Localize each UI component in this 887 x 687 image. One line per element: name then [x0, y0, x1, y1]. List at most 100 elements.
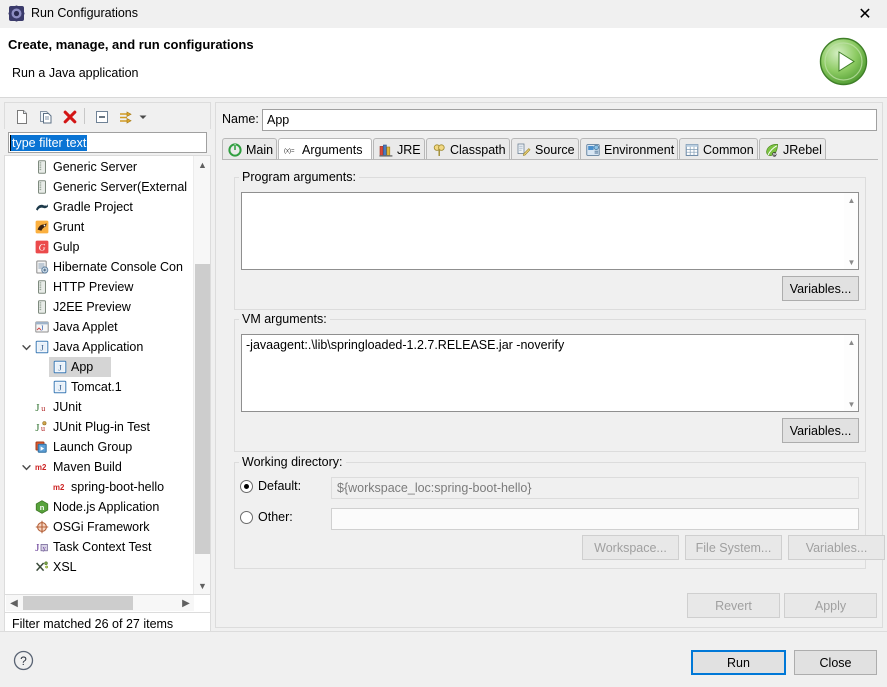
- source-pencil-icon: [517, 143, 531, 157]
- tab-label: JRE: [397, 142, 421, 157]
- configuration-editor-panel: Name: App Main (x)= Arguments JRE Classpath S…: [215, 102, 885, 628]
- tree-item-label: HTTP Preview: [53, 280, 134, 294]
- tree-item[interactable]: m2 Maven Build: [5, 457, 194, 477]
- working-directory-variables-button[interactable]: Variables...: [788, 535, 885, 560]
- program-arguments-scrollbar[interactable]: ▲ ▼: [844, 193, 858, 269]
- java-app-icon: J: [35, 340, 49, 354]
- classpath-pin-icon: [432, 143, 446, 157]
- tab-environment[interactable]: Environment: [580, 138, 678, 160]
- nodejs-icon: n: [35, 500, 49, 514]
- scrollbar-thumb[interactable]: [195, 264, 210, 554]
- tree-item[interactable]: Jy Task Context Test: [5, 537, 194, 557]
- name-input[interactable]: App: [262, 109, 877, 131]
- tree-item[interactable]: J Tomcat.1: [5, 377, 194, 397]
- tree-item[interactable]: Ju JUnit Plug-in Test: [5, 417, 194, 437]
- scroll-down-icon[interactable]: ▼: [194, 577, 210, 594]
- search-input[interactable]: type filter text: [8, 132, 207, 153]
- program-arguments-variables-button[interactable]: Variables...: [782, 276, 859, 301]
- tree-horizontal-scrollbar[interactable]: ◀ ▶: [6, 595, 194, 611]
- chevron-down-icon[interactable]: [19, 457, 33, 477]
- tab-arguments[interactable]: (x)= Arguments: [278, 138, 372, 160]
- scroll-up-icon[interactable]: ▲: [844, 193, 859, 207]
- svg-text:J: J: [35, 543, 39, 554]
- tab-bar: Main (x)= Arguments JRE Classpath Source Envir…: [222, 138, 878, 160]
- close-icon[interactable]: ✕: [843, 0, 887, 28]
- scroll-up-icon[interactable]: ▲: [844, 335, 859, 349]
- workspace-button[interactable]: Workspace...: [582, 535, 679, 560]
- working-directory-other-input[interactable]: [331, 508, 859, 530]
- tree-item[interactable]: OSGi Framework: [5, 517, 194, 537]
- vm-arguments-input[interactable]: -javaagent:.\lib\springloaded-1.2.7.RELE…: [241, 334, 859, 412]
- tree-item[interactable]: Launch Group: [5, 437, 194, 457]
- tree-item-label: Grunt: [53, 220, 85, 234]
- tree-item[interactable]: J Java Application: [5, 337, 194, 357]
- working-directory-other-radio[interactable]: Other:: [240, 510, 293, 524]
- maven-icon: m2: [53, 480, 67, 494]
- delete-red-x-icon[interactable]: [59, 106, 80, 127]
- scroll-right-icon[interactable]: ▶: [178, 595, 194, 611]
- run-button[interactable]: Run: [691, 650, 786, 675]
- hscrollbar-thumb[interactable]: [23, 596, 133, 610]
- apply-button[interactable]: Apply: [784, 593, 877, 618]
- tab-source[interactable]: Source: [511, 138, 579, 160]
- configurations-tree[interactable]: Generic Server Generic Server(External Gra…: [4, 155, 211, 595]
- tree-item[interactable]: Ju JUnit: [5, 397, 194, 417]
- tree-item-label: Generic Server(External: [53, 180, 188, 194]
- scroll-down-icon[interactable]: ▼: [844, 397, 859, 411]
- vm-arguments-scrollbar[interactable]: ▲ ▼: [844, 335, 858, 411]
- tree-item[interactable]: n Node.js Application: [5, 497, 194, 517]
- tab-jre[interactable]: JRE: [373, 138, 425, 160]
- tree-item[interactable]: Gradle Project: [5, 197, 194, 217]
- tree-item[interactable]: J2EE Preview: [5, 297, 194, 317]
- tree-item[interactable]: J Java Applet: [5, 317, 194, 337]
- program-arguments-input[interactable]: [241, 192, 859, 270]
- main-green-circle-icon: [228, 142, 242, 157]
- help-question-icon[interactable]: ?: [13, 650, 34, 671]
- svg-text:(x)=: (x)=: [284, 148, 295, 154]
- svg-text:J: J: [35, 423, 39, 434]
- tab-classpath[interactable]: Classpath: [426, 138, 510, 160]
- collapse-all-button[interactable]: [91, 106, 112, 127]
- tab-jrebel[interactable]: JR JRebel: [759, 138, 826, 160]
- tree-item[interactable]: HTTP Preview: [5, 277, 194, 297]
- tree-item[interactable]: Grunt: [5, 217, 194, 237]
- svg-text:?: ?: [20, 654, 27, 668]
- tree-item[interactable]: Generic Server(External: [5, 177, 194, 197]
- tree-item[interactable]: G Gulp: [5, 237, 194, 257]
- osgi-icon: [35, 520, 49, 534]
- tree-item-label: Maven Build: [53, 460, 122, 474]
- filter-text: type filter text: [11, 135, 88, 151]
- tree-item[interactable]: Hibernate Console Con: [5, 257, 194, 277]
- close-button[interactable]: Close: [794, 650, 877, 675]
- server-icon: [35, 160, 49, 174]
- tree-item-label: Generic Server: [53, 160, 138, 174]
- tab-common[interactable]: Common: [679, 138, 758, 160]
- chevron-down-icon[interactable]: [19, 337, 33, 357]
- working-directory-default-value: ${workspace_loc:spring-boot-hello}: [331, 477, 859, 499]
- vm-arguments-variables-button[interactable]: Variables...: [782, 418, 859, 443]
- chevron-down-icon[interactable]: [136, 106, 150, 127]
- tree-item[interactable]: XSL: [5, 557, 194, 577]
- tree-vertical-scrollbar[interactable]: ▲ ▼: [193, 156, 210, 594]
- tree-item-label: Gradle Project: [53, 200, 133, 214]
- toolbar-separator: [84, 108, 85, 124]
- scroll-down-icon[interactable]: ▼: [844, 255, 859, 269]
- svg-text:u: u: [41, 424, 45, 433]
- radio-dot-icon: [240, 510, 253, 524]
- scroll-up-icon[interactable]: ▲: [194, 156, 210, 173]
- file-system-button[interactable]: File System...: [685, 535, 782, 560]
- run-configurations-icon: [8, 5, 25, 22]
- working-directory-default-radio[interactable]: Default:: [240, 479, 301, 493]
- program-arguments-group: Program arguments: ▲ ▼ Variables...: [234, 170, 866, 310]
- tree-item[interactable]: Generic Server: [5, 157, 194, 177]
- default-radio-label: Default:: [258, 479, 302, 493]
- new-configuration-button[interactable]: [11, 106, 32, 127]
- tree-item[interactable]: m2 spring-boot-hello: [5, 477, 194, 497]
- filter-arrows-icon[interactable]: [115, 106, 136, 127]
- duplicate-configuration-button[interactable]: [35, 106, 56, 127]
- tab-main[interactable]: Main: [222, 138, 277, 160]
- tree-item-selected[interactable]: J App: [5, 357, 194, 377]
- tree-item-label: Hibernate Console Con: [53, 260, 183, 274]
- scroll-left-icon[interactable]: ◀: [6, 595, 22, 611]
- revert-button[interactable]: Revert: [687, 593, 780, 618]
